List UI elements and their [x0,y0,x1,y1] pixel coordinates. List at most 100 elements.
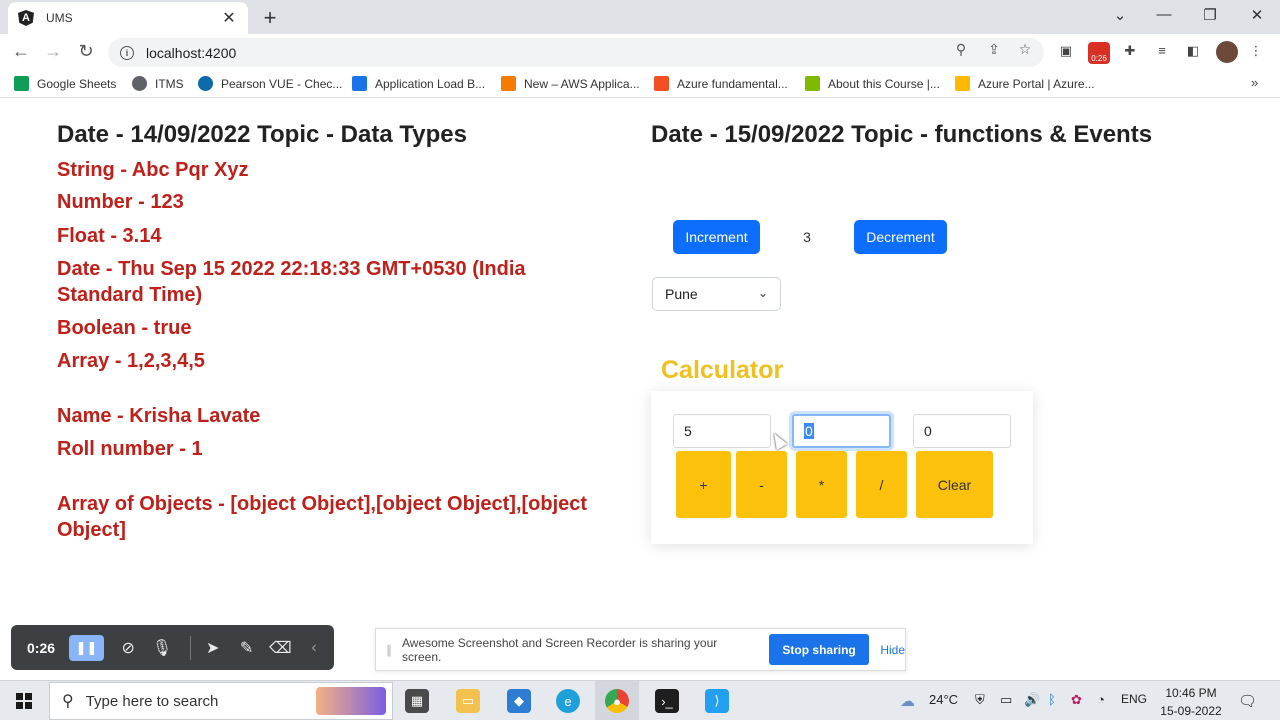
clear-button[interactable]: Clear [916,451,993,518]
aws-cube-icon [501,76,516,91]
app-tray-icon[interactable]: ✿ [1071,692,1082,708]
bookmark-pearson-vue[interactable]: Pearson VUE - Chec... [198,76,342,91]
more-bookmarks-icon[interactable]: » [1251,75,1258,90]
security-icon[interactable]: ⛨ [975,692,985,708]
language-indicator[interactable]: ENG [1121,692,1147,706]
reload-icon[interactable]: ↻ [75,41,97,62]
pointer-icon[interactable]: ➤ [199,638,227,658]
taskbar-search-box[interactable]: ⚲ Type here to search [49,682,393,720]
file-explorer-icon[interactable]: ▭ [456,689,480,713]
chrome-icon[interactable]: ● [605,689,629,713]
extensions-puzzle-icon[interactable]: ✚ [1121,43,1139,61]
first-number-value: 5 [684,423,692,439]
decrement-button[interactable]: Decrement [854,220,947,254]
bookmark-about-course[interactable]: About this Course |... [805,76,940,91]
pause-icon[interactable]: ❚❚ [68,634,105,661]
calculator-title: Calculator [661,356,784,384]
window-close-icon[interactable]: ✕ [1247,6,1267,24]
search-icon: ⚲ [62,693,74,710]
tab-strip: A UMS ✕ + ⌄ — ❐ ✕ [0,0,1280,34]
boolean-line: Boolean - true [57,317,192,339]
drag-handle-icon[interactable]: ∥ [386,643,392,657]
terminal-icon[interactable]: ›_ [655,689,679,713]
bookmark-label: ITMS [155,76,184,91]
left-heading: Date - 14/09/2022 Topic - Data Types [57,121,467,148]
city-select-value: Pune [665,286,698,302]
forward-icon[interactable]: → [42,41,64,62]
windows-start-icon[interactable] [16,693,32,709]
result-input[interactable]: 0 [913,414,1011,448]
toolbar-divider [189,635,191,660]
url-text: localhost:4200 [146,44,237,61]
profile-avatar[interactable] [1216,41,1238,63]
microsoft-icon [654,76,669,91]
subtract-button[interactable]: - [736,451,787,518]
stop-sharing-button[interactable]: Stop sharing [768,634,870,665]
edge-icon[interactable]: e [556,689,580,713]
increment-button[interactable]: Increment [673,220,760,254]
second-number-value: 0 [804,423,814,439]
vscode-icon[interactable]: ⟩ [705,689,729,713]
globe-icon [132,76,147,91]
close-tab-icon[interactable]: ✕ [220,8,238,28]
float-line: Float - 3.14 [57,225,162,247]
temperature[interactable]: 24°C [929,692,958,707]
notifications-icon[interactable]: 🗨 [1238,692,1257,710]
divide-button[interactable]: / [856,451,907,518]
app-icon[interactable]: ◆ [507,689,531,713]
minimize-icon[interactable]: — [1154,6,1174,23]
share-icon[interactable]: ⇪ [985,41,1003,58]
multiply-button[interactable]: * [796,451,847,518]
restore-icon[interactable]: ❐ [1200,6,1220,24]
browser-tab[interactable]: A UMS ✕ [8,2,248,34]
screen-recorder-extension-icon[interactable]: 0:26 [1088,42,1110,64]
new-tab-icon[interactable]: + [258,5,282,31]
mic-off-icon[interactable]: 🎙 [148,638,176,658]
camera-off-icon[interactable]: ⊘ [114,638,142,658]
roll-line: Roll number - 1 [57,438,203,460]
volume-icon[interactable]: 🔊 [1024,692,1040,708]
back-icon[interactable]: ← [10,41,32,62]
add-button[interactable]: + [676,451,731,518]
clock-date: 15-09-2022 [1160,704,1222,718]
bookmark-application-load-balancer[interactable]: Application Load B... [352,76,485,91]
chevron-down-icon: ⌄ [757,286,768,300]
pearson-icon [198,76,213,91]
side-panel-icon[interactable]: ◧ [1184,43,1202,61]
bluetooth-icon[interactable]: ᛒ [1048,692,1056,707]
recorder-badge-time: 0:26 [1091,54,1107,63]
weather-icon[interactable]: ☁ [900,692,915,710]
bookmark-itms[interactable]: ITMS [132,76,184,91]
pen-icon[interactable]: ✎ [233,638,261,658]
search-placeholder: Type here to search [85,692,219,710]
clock[interactable]: 10:46 PM 15-09-2022 [1158,684,1224,720]
collapse-icon[interactable]: ‹ [300,639,328,657]
first-number-input[interactable]: 5 [673,414,771,448]
site-info-icon[interactable]: i [120,45,134,60]
counter-value: 3 [803,229,811,245]
menu-icon[interactable]: ⋮ [1247,43,1265,61]
date-line-2: Standard Time) [57,284,203,306]
bookmark-star-icon[interactable]: ☆ [1016,41,1034,58]
task-view-icon[interactable]: ▦ [405,689,429,713]
wifi-icon[interactable]: ◔ [1097,692,1105,707]
hide-button[interactable]: Hide [880,643,905,657]
bookmark-label: Pearson VUE - Chec... [221,76,343,91]
bookmark-google-sheets[interactable]: Google Sheets [14,76,116,91]
second-number-input[interactable]: 0 [792,414,891,448]
right-heading: Date - 15/09/2022 Topic - functions & Ev… [651,121,1153,148]
eraser-icon[interactable]: ⌫ [266,638,294,658]
zoom-icon[interactable]: ⚲ [952,41,970,58]
number-line: Number - 123 [57,191,184,213]
bookmark-azure-portal[interactable]: Azure Portal | Azure... [955,76,1095,91]
media-control-icon[interactable]: ≡ [1153,43,1171,61]
bookmark-aws[interactable]: New – AWS Applica... [501,76,640,91]
bookmark-azure-fundamentals[interactable]: Azure fundamental... [654,76,788,91]
angular-favicon-icon: A [18,10,34,26]
address-bar[interactable]: i localhost:4200 [108,38,1044,67]
city-select[interactable]: Pune ⌄ [652,277,781,311]
tab-search-chevron-icon[interactable]: ⌄ [1110,6,1130,24]
extension-icon[interactable]: ▣ [1057,43,1075,61]
battery-icon[interactable]: ▭ [1000,692,1012,708]
search-highlight-illustration [316,687,386,715]
